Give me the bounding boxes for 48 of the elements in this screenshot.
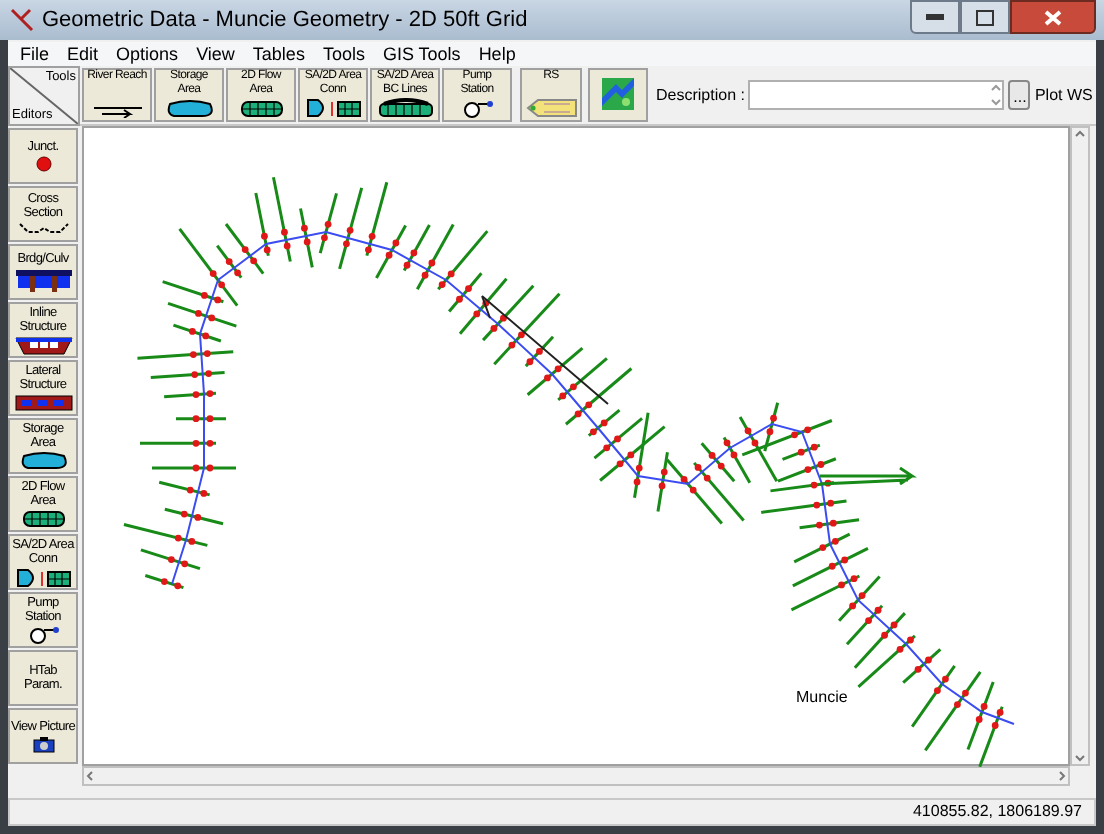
grid-area-icon (21, 510, 65, 528)
scroll-down-icon (1074, 752, 1086, 764)
junction-dot-icon (35, 156, 51, 172)
connection-icon (305, 98, 361, 118)
minimize-button[interactable] (910, 0, 960, 34)
description-field[interactable] (748, 80, 1005, 110)
tag-icon (525, 98, 577, 118)
scroll-left-icon (84, 770, 96, 782)
app-icon (10, 8, 34, 32)
camera-icon (31, 735, 55, 753)
browse-button[interactable]: ... (1008, 80, 1031, 110)
menu-item[interactable]: File (20, 43, 50, 65)
maximize-icon (976, 9, 994, 25)
map-icon (602, 78, 634, 110)
inline-structure-icon (13, 335, 73, 355)
arrow-drawing (818, 466, 917, 486)
maximize-button[interactable] (960, 0, 1010, 34)
menu-item[interactable]: View (196, 43, 235, 65)
connection-icon (15, 567, 71, 587)
menu-item[interactable]: Tools (322, 43, 365, 65)
bridge-icon (13, 268, 73, 292)
menu-item[interactable]: Edit (67, 43, 99, 65)
minimize-icon (926, 14, 944, 20)
description-label: Description : (656, 83, 745, 107)
storage-area-icon (165, 100, 213, 118)
structure-line (481, 295, 609, 405)
close-icon (1044, 9, 1062, 25)
scroll-right-icon (1056, 770, 1068, 782)
grid-area-icon (239, 100, 283, 118)
coordinates-text: 410855.82, 1806189.97 (912, 800, 1082, 824)
tool-button[interactable] (588, 68, 648, 122)
cross-section-icon (17, 222, 69, 236)
scroll-up-icon (1074, 128, 1086, 140)
plot-ws-label[interactable]: Plot WS (1034, 83, 1093, 107)
menu-item[interactable]: Tables (252, 43, 305, 65)
menu-item[interactable]: Help (478, 43, 516, 65)
map-canvas[interactable]: Muncie (82, 126, 1070, 766)
close-button[interactable] (1010, 0, 1096, 34)
map-label: Muncie (796, 686, 848, 710)
spin-icon (990, 82, 1003, 108)
pump-icon (459, 100, 495, 118)
window-title: Geometric Data - Muncie Geometry - 2D 50ft Grid (42, 5, 528, 36)
pump-icon (25, 626, 61, 644)
menu-item[interactable]: Options (116, 43, 179, 65)
menu-item[interactable]: GIS Tools (382, 43, 461, 65)
arrow-icon (91, 106, 143, 118)
storage-area-icon (19, 452, 67, 470)
lateral-structure-icon (13, 394, 73, 412)
